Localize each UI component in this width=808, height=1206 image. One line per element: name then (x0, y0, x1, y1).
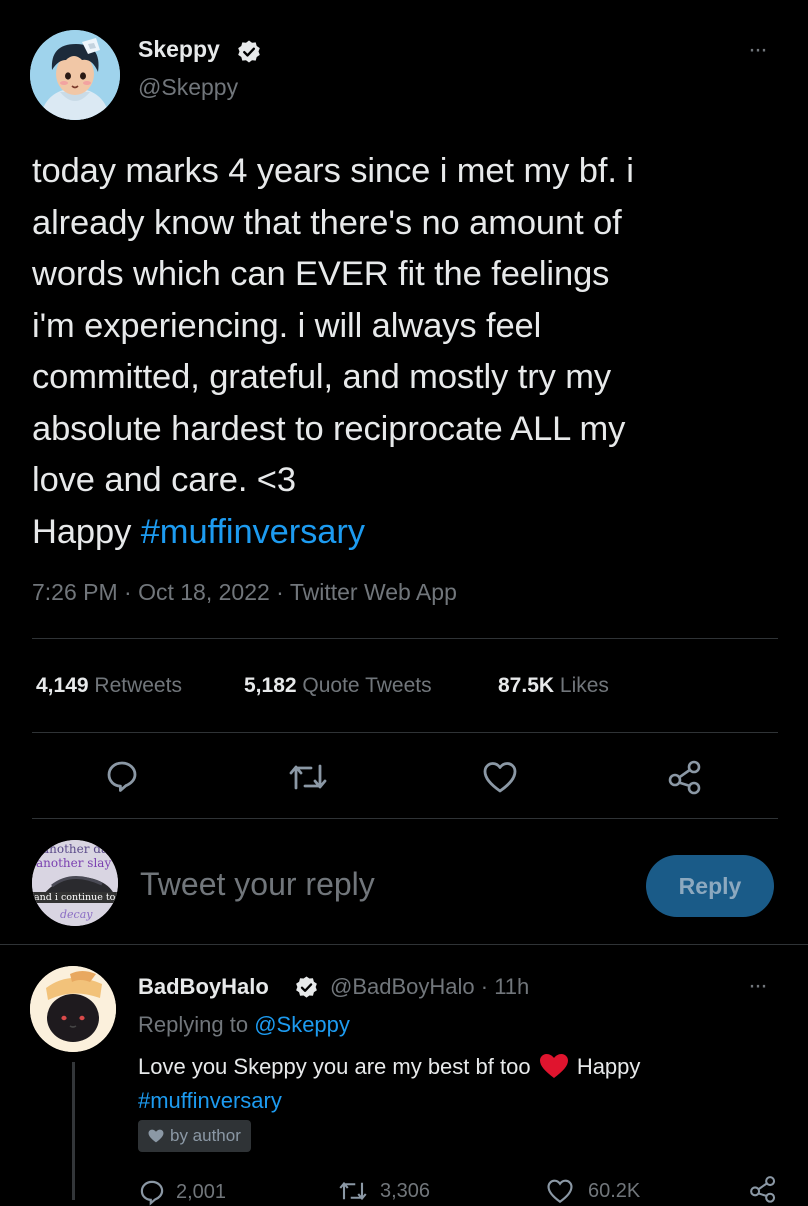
reply-input[interactable]: Tweet your reply (140, 866, 375, 903)
avatar-caption: another slay (36, 856, 112, 870)
liked-by-author-badge: by author (138, 1120, 251, 1152)
reply-replies-action[interactable]: 2,001 (138, 1178, 226, 1206)
reply-time: · 11h (480, 974, 530, 999)
skeppy-avatar[interactable] (30, 30, 120, 120)
author-name[interactable]: Skeppy (138, 36, 220, 63)
retweet-icon[interactable] (288, 760, 328, 794)
like-icon[interactable] (482, 760, 518, 794)
divider (32, 638, 778, 639)
retweet-icon (339, 1181, 367, 1201)
divider (32, 732, 778, 733)
divider (0, 944, 808, 945)
author-name-text[interactable]: Skeppy (138, 36, 220, 62)
reply-retweets-action[interactable]: 3,306 (338, 1178, 430, 1204)
hashtag-link[interactable]: #muffinversary (141, 513, 365, 551)
reply-hashtag-link[interactable]: #muffinversary (138, 1088, 282, 1113)
tweet-line: i'm experiencing. i will always feel (32, 306, 542, 345)
replying-to-link[interactable]: @Skeppy (254, 1012, 350, 1037)
verified-badge-icon (294, 975, 319, 1000)
red-heart-icon (539, 1053, 569, 1079)
retweets-count: 3,306 (380, 1179, 431, 1202)
retweets-label: Retweets (94, 674, 182, 697)
share-icon[interactable] (666, 758, 704, 796)
tweet-line: committed, grateful, and mostly try my (32, 358, 612, 396)
author-handle[interactable]: @Skeppy (138, 74, 238, 101)
verified-badge-icon (236, 39, 262, 65)
reply-text-tail: Happy (576, 1054, 641, 1079)
replies-count: 2,001 (176, 1180, 227, 1203)
likes-label: Likes (559, 674, 609, 697)
tweet-line: today marks 4 years since i met my bf. i (32, 152, 634, 190)
tweet-text: today marks 4 years since i met my bf. i… (32, 146, 782, 558)
tweet-meta[interactable]: 7:26 PM · Oct 18, 2022 · Twitter Web App (32, 579, 457, 606)
reply-more-options-icon[interactable]: ··· (748, 972, 768, 1000)
thread-line (72, 1062, 75, 1200)
reply-icon (140, 1180, 164, 1206)
likes-count: 87.5K (498, 674, 555, 697)
badboyhalo-avatar-image (30, 966, 116, 1052)
reply-author-handle[interactable]: @BadBoyHalo · 11h (330, 974, 529, 1000)
reply-author-name[interactable]: BadBoyHalo (138, 974, 269, 1000)
reply-button[interactable]: Reply (646, 855, 774, 917)
tweet-line: love and care. <3 (32, 461, 296, 499)
badboyhalo-avatar[interactable] (30, 966, 116, 1052)
reply-handle-text: @BadBoyHalo (330, 974, 475, 999)
reply-likes-action[interactable]: 60.2K (546, 1178, 640, 1204)
reply-icon[interactable] (104, 758, 140, 794)
reply-text-main: Love you Skeppy you are my best bf too (138, 1054, 531, 1079)
reply-text: Love you Skeppy you are my best bf too H… (138, 1050, 758, 1118)
replying-to-label: Replying to (138, 1012, 255, 1037)
small-heart-icon (148, 1129, 164, 1143)
tweet-line: already know that there's no amount of (32, 203, 622, 242)
more-options-icon[interactable]: ··· (748, 36, 768, 64)
avatar-caption: another day (42, 842, 115, 856)
likes-count: 60.2K (588, 1179, 641, 1202)
retweets-stat[interactable]: 4,149 Retweets (36, 674, 182, 698)
tweet-last-line: Happy #muffinversary (32, 507, 782, 559)
my-avatar[interactable]: another day another slay and i continue … (32, 840, 118, 926)
like-icon (547, 1179, 573, 1204)
avatar-caption: decay (60, 908, 93, 921)
skeppy-avatar-image (30, 30, 120, 120)
avatar-caption: and i continue to (32, 892, 118, 903)
likes-stat[interactable]: 87.5K Likes (498, 674, 609, 698)
quotes-count: 5,182 (244, 674, 297, 697)
quotes-label: Quote Tweets (302, 674, 432, 697)
liked-by-label: by author (170, 1126, 241, 1145)
replying-to: Replying to @Skeppy (138, 1012, 350, 1038)
retweets-count: 4,149 (36, 674, 89, 697)
tweet-line: words which can EVER fit the feelings (32, 255, 610, 293)
divider (32, 818, 778, 819)
quote-tweets-stat[interactable]: 5,182 Quote Tweets (244, 674, 432, 698)
tweet-line: absolute hardest to reciprocate ALL my (32, 409, 626, 448)
tweet-line-prefix: Happy (32, 512, 141, 551)
